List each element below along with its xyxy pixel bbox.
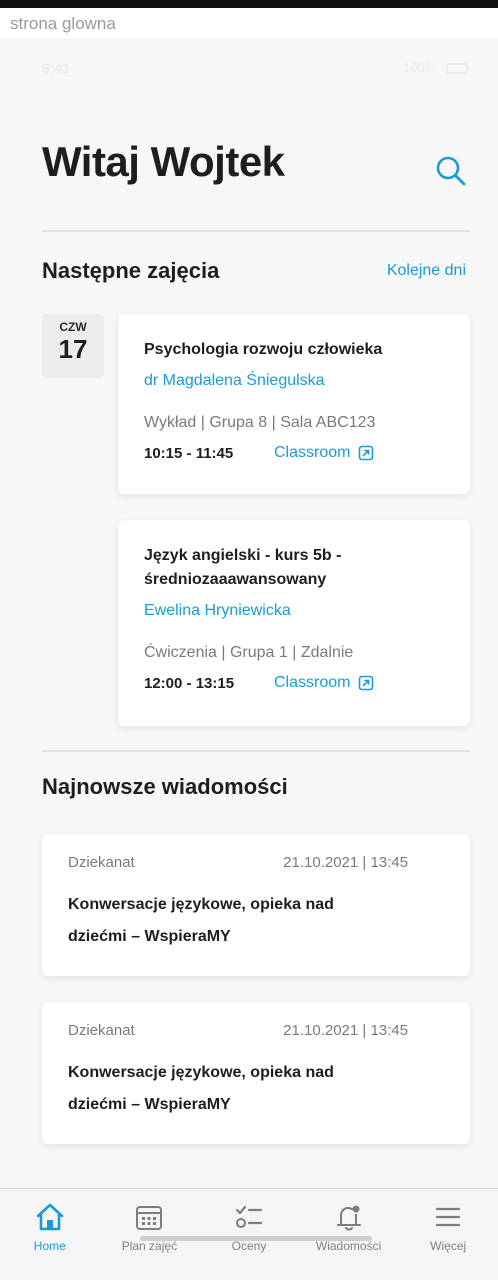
message-card[interactable]: Dziekanat 21.10.2021 | 13:45 Konwersacje… — [42, 834, 470, 976]
latest-messages-title: Najnowsze wiadomości — [42, 774, 288, 799]
classroom-label: Classroom — [274, 674, 351, 691]
external-link-icon — [359, 445, 374, 461]
message-sender: Dziekanat — [68, 854, 135, 871]
class-title: Język angielski - kurs 5b - średniozaaaw… — [144, 547, 342, 588]
search-icon — [436, 156, 466, 186]
nav-label: Plan zajęć — [121, 1239, 178, 1253]
divider — [42, 750, 470, 752]
window-top-bar — [0, 0, 498, 8]
nav-label: Wiadomości — [315, 1239, 382, 1253]
calendar-icon — [100, 1201, 200, 1233]
battery-icon — [446, 63, 468, 75]
class-time-row: 10:15 - 11:45 Classroom — [144, 444, 444, 462]
home-icon — [0, 1201, 100, 1233]
nav-item-messages[interactable]: Wiadomości — [299, 1189, 399, 1280]
nav-label: Oceny — [231, 1239, 267, 1253]
message-datetime: 21.10.2021 | 13:45 — [283, 854, 408, 871]
message-header: Dziekanat 21.10.2021 | 13:45 — [68, 1022, 444, 1039]
document-title: strona glowna — [10, 14, 116, 33]
app-screen: 9:41 100% Witaj Wojtek Następne zajęcia … — [0, 38, 498, 1280]
list-icon — [199, 1201, 299, 1233]
class-meta: Ćwiczenia | Grupa 1 | Zdalnie — [144, 644, 354, 661]
message-card[interactable]: Dziekanat 21.10.2021 | 13:45 Konwersacje… — [42, 1002, 470, 1144]
class-card[interactable]: Psychologia rozwoju człowieka dr Magdale… — [118, 314, 470, 494]
teacher-name[interactable]: dr Magdalena Śniegulska — [144, 370, 444, 392]
nav-item-grades[interactable]: Oceny — [199, 1189, 299, 1280]
teacher-name[interactable]: Ewelina Hryniewicka — [144, 600, 444, 622]
search-button[interactable] — [434, 154, 470, 190]
nav-item-schedule[interactable]: Plan zajęć — [100, 1189, 200, 1280]
battery-percent: 100% — [403, 60, 437, 75]
status-bar: 9:41 100% — [0, 38, 498, 94]
date-day-of-week: CZW — [59, 320, 87, 334]
nav-item-home[interactable]: Home — [0, 1189, 100, 1280]
next-classes-title: Następne zajęcia — [42, 258, 220, 283]
message-subject: Konwersacje językowe, opieka nad dziećmi… — [68, 1064, 334, 1113]
message-datetime: 21.10.2021 | 13:45 — [283, 1022, 408, 1039]
class-meta: Wykład | Grupa 8 | Sala ABC123 — [144, 414, 376, 431]
home-indicator[interactable] — [140, 1236, 372, 1241]
nav-label: Home — [33, 1239, 66, 1253]
class-time-row: 12:00 - 13:15 Classroom — [144, 674, 444, 692]
classroom-link[interactable]: Classroom — [274, 444, 374, 462]
class-time: 12:00 - 13:15 — [144, 674, 235, 692]
class-time: 10:15 - 11:45 — [144, 444, 234, 462]
message-header: Dziekanat 21.10.2021 | 13:45 — [68, 854, 444, 871]
divider — [42, 230, 470, 232]
bottom-navigation: Home Plan zajęć Oceny Wiadomości Więcej — [0, 1188, 498, 1280]
class-card[interactable]: Język angielski - kurs 5b - średniozaaaw… — [118, 520, 470, 726]
date-badge: CZW 17 — [42, 314, 104, 378]
menu-icon — [398, 1201, 498, 1233]
classroom-label: Classroom — [274, 444, 351, 461]
nav-label: Więcej — [430, 1239, 467, 1253]
bell-icon — [299, 1201, 399, 1233]
date-day-number: 17 — [58, 334, 88, 364]
external-link-icon — [359, 675, 374, 691]
class-title: Psychologia rozwoju człowieka — [144, 341, 383, 358]
message-sender: Dziekanat — [68, 1022, 135, 1039]
status-time: 9:41 — [42, 60, 71, 76]
classroom-link[interactable]: Classroom — [274, 674, 374, 692]
status-indicators: 100% — [403, 60, 468, 75]
message-subject: Konwersacje językowe, opieka nad dziećmi… — [68, 896, 334, 945]
page-title: Witaj Wojtek — [42, 138, 285, 185]
next-days-link[interactable]: Kolejne dni — [387, 262, 466, 280]
nav-item-more[interactable]: Więcej — [398, 1189, 498, 1280]
